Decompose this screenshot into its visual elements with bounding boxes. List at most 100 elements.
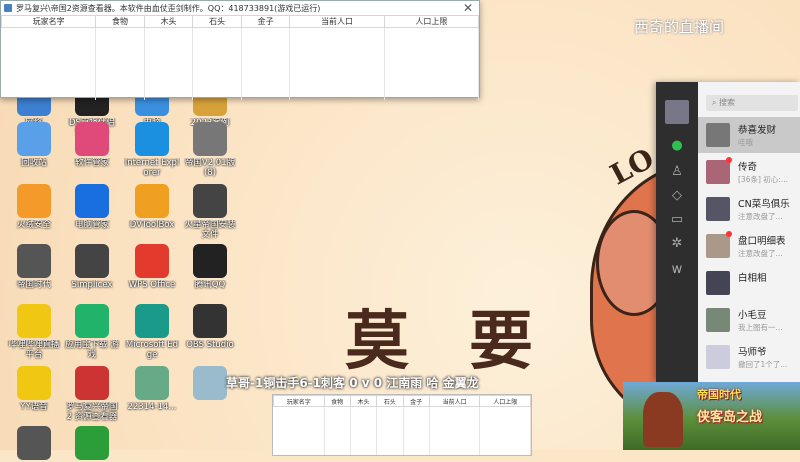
table-cell — [376, 406, 404, 419]
table-cell — [144, 52, 194, 64]
miniprogram-icon[interactable]: w — [669, 262, 685, 278]
table-cell — [144, 27, 194, 40]
conversation-item[interactable]: 传奇 [36条] 初心:... — [698, 154, 800, 190]
desktop-icon[interactable]: 软件管家 — [64, 122, 120, 168]
desktop-icon[interactable]: 帝国V2.01版 (8) — [182, 122, 238, 178]
table-cell — [144, 88, 194, 100]
cube-icon[interactable]: ◇ — [669, 188, 685, 204]
column-header[interactable]: 人口上限 — [479, 395, 531, 407]
conversation-item[interactable]: 白相相 — [698, 265, 800, 301]
conversation-preview: 我上图有一... — [738, 323, 783, 332]
resource-viewer-window-preview[interactable]: 玩家名字 食物 木头 石头 金子 当前人口 人口上限 — [272, 394, 532, 456]
conversation-item[interactable]: 恭喜发财 哇哦 — [698, 117, 800, 153]
desktop-icon-label: 哔哩哔哩直播 平台 — [8, 340, 60, 360]
table-cell — [376, 431, 404, 443]
desktop-icon[interactable]: 回收站 — [6, 122, 62, 168]
conversation-item[interactable]: 小毛豆 我上图有一... — [698, 302, 800, 338]
table-cell — [241, 40, 291, 52]
desktop-icon[interactable]: YY语音 — [6, 366, 62, 412]
table-cell — [350, 443, 378, 455]
search-input[interactable]: ⌕ 搜索 — [706, 95, 798, 111]
conversation-name: 白相相 — [738, 273, 767, 284]
table-cell — [192, 40, 242, 52]
desktop-icon[interactable]: DVToolBox — [124, 184, 180, 230]
avatar — [706, 234, 730, 258]
desktop-icon[interactable]: 火星帝国安装文件 — [182, 184, 238, 240]
table-cell — [241, 88, 291, 100]
table-cell — [429, 443, 481, 455]
column-header[interactable]: 食物 — [323, 395, 351, 407]
table-cell — [241, 64, 291, 76]
conversation-preview: 注意改盘了... — [738, 249, 783, 258]
desktop-icon[interactable]: WPS Office — [124, 244, 180, 290]
chat-icon[interactable]: ● — [669, 138, 685, 154]
avatar — [706, 160, 730, 184]
image-icon — [135, 366, 169, 400]
table-row — [273, 419, 531, 431]
viewer-icon — [75, 366, 109, 400]
table-row — [273, 443, 531, 455]
folder-icon[interactable]: ▭ — [669, 212, 685, 228]
desktop-icon[interactable] — [64, 426, 120, 462]
table-cell — [324, 443, 351, 455]
game-subtitle: 侠客岛之战 — [697, 410, 763, 425]
column-header[interactable]: 金子 — [240, 15, 291, 28]
column-header[interactable]: 当前人口 — [289, 15, 385, 28]
column-header[interactable]: 石头 — [376, 395, 404, 407]
column-header[interactable]: 玩家名字 — [273, 395, 325, 407]
avatar[interactable] — [665, 100, 689, 124]
bear-icon — [193, 366, 227, 400]
desktop-icon[interactable]: 帝国时代 — [6, 244, 62, 290]
column-header[interactable]: 木头 — [349, 395, 378, 407]
table-cell — [273, 406, 325, 419]
desktop-icon[interactable]: 22314-14... — [124, 366, 180, 412]
chat-sidebar-rail: ● ♙ ◇ ▭ ✲ w — [656, 82, 698, 382]
table-cell — [376, 419, 404, 431]
column-header[interactable]: 当前人口 — [428, 395, 481, 407]
column-header[interactable]: 食物 — [95, 15, 145, 28]
column-header[interactable]: 金子 — [402, 395, 430, 407]
resource-viewer-window[interactable]: 罗马复兴\帝国2资源查看器。本软件由血仗歪剑制作。QQ：418733891(游戏… — [0, 0, 480, 100]
avatar — [706, 197, 730, 221]
table-cell — [324, 431, 351, 443]
desktop-icon[interactable]: 应用宝下载 游戏 — [64, 304, 120, 360]
column-header[interactable]: 人口上限 — [383, 15, 480, 28]
desktop-icon-label: 帝国V2.01版 (8) — [184, 158, 236, 178]
desktop-icon[interactable]: 腾讯QQ — [182, 244, 238, 290]
column-header[interactable]: 玩家名字 — [0, 15, 97, 28]
desktop-icon[interactable]: Simplicex — [64, 244, 120, 290]
desktop-icon[interactable] — [6, 426, 62, 462]
table-cell — [384, 88, 480, 100]
window-titlebar[interactable]: 罗马复兴\帝国2资源查看器。本软件由血仗歪剑制作。QQ：418733891(游戏… — [1, 1, 479, 15]
table-cell — [192, 88, 242, 100]
game-ad-banner[interactable]: 帝国时代 侠客岛之战 — [623, 382, 800, 450]
column-header[interactable]: 石头 — [192, 15, 242, 28]
table-cell — [384, 40, 480, 52]
settings-icon[interactable]: ✲ — [669, 236, 685, 252]
table-cell — [384, 76, 480, 88]
desktop-icon[interactable]: OBS Studio — [182, 304, 238, 350]
table-cell — [479, 431, 531, 443]
table-cell — [273, 443, 325, 455]
desktop-icon[interactable]: Microsoft Edge — [124, 304, 180, 360]
conversation-item[interactable]: 马师爷 撤回了1个了... — [698, 339, 800, 375]
close-icon[interactable]: ✕ — [463, 1, 473, 15]
table-row — [1, 88, 480, 100]
column-header[interactable]: 木头 — [143, 15, 194, 28]
desktop-icon[interactable]: 电脑管家 — [64, 184, 120, 230]
table-cell — [289, 52, 385, 64]
desktop-icon[interactable]: 罗马复兴帝国2 资源查看器 — [64, 366, 120, 422]
desktop-icon[interactable]: 哔哩哔哩直播 平台 — [6, 304, 62, 360]
table-row — [1, 64, 480, 76]
search-placeholder: 搜索 — [719, 98, 736, 107]
conversation-item[interactable]: CN菜鸟俱乐 注意改盘了... — [698, 191, 800, 227]
desktop: LO 莫要 西奇的直播间 网络DS直播伴侣 安装文件电脑2023案例回收站软件管… — [0, 0, 800, 460]
table-row — [273, 406, 531, 419]
conversation-item[interactable]: 盘口明细表 注意改盘了... — [698, 228, 800, 264]
desktop-icon[interactable]: Internet Explorer — [124, 122, 180, 178]
desktop-icon[interactable]: 火绒安全 — [6, 184, 62, 230]
contacts-icon[interactable]: ♙ — [669, 164, 685, 180]
desktop-icon-label: 22314-14... — [127, 402, 177, 412]
table-cell — [429, 419, 481, 431]
chat-app-window[interactable]: ● ♙ ◇ ▭ ✲ w ⌕ 搜索 恭喜发财 哇哦 传奇 [36条] 初心:... CN菜… — [656, 82, 800, 382]
